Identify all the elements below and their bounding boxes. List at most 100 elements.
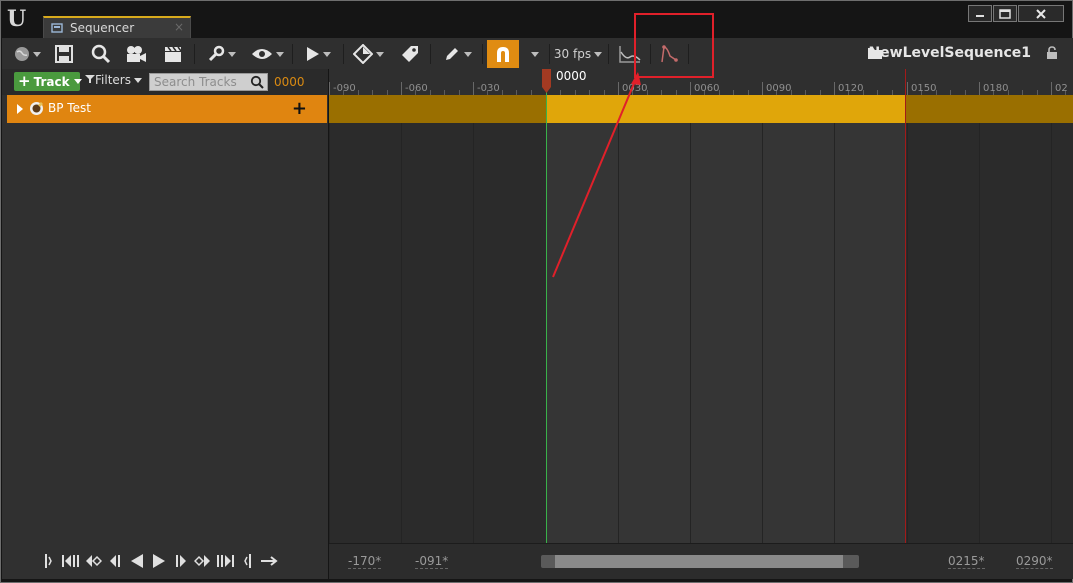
ruler-label: 0180 [983,83,1009,94]
sequencer-toolbar: 30 fps NewLevelSequence1 [2,38,1073,69]
ruler-major-tick [618,82,619,95]
grid-line [979,95,980,543]
wrench-icon [207,45,225,63]
search-icon [91,44,111,64]
current-time-readout[interactable]: 0000 [274,75,305,89]
filters-button[interactable]: Filters [85,73,142,87]
view-options-button[interactable] [248,41,286,67]
edit-mode-button[interactable] [438,41,476,67]
grid-line [762,95,763,543]
ruler-label: -030 [477,83,500,94]
key-icon [352,44,373,64]
filter-icon [85,73,95,87]
fps-dropdown[interactable]: 30 fps [553,41,603,67]
ruler-major-tick [473,82,474,95]
playhead-time-label: 0000 [556,69,587,83]
general-options-button[interactable] [202,41,240,67]
camera-icon [125,45,147,63]
jump-to-end-icon[interactable] [236,552,258,570]
key-options-button[interactable] [349,41,387,67]
render-movie-button[interactable] [161,41,185,67]
maximize-icon[interactable] [993,5,1017,22]
tab-close-icon[interactable]: × [174,20,184,34]
add-track-button[interactable]: + Track [14,72,82,91]
playhead-line [546,77,547,543]
timeline-area[interactable]: -090 -060 -030 0030 0060 0090 0120 0150 0180 02 0… [329,69,1073,543]
ruler-major-tick [1051,82,1052,95]
ruler-major-tick [907,82,908,95]
lock-icon[interactable] [1045,46,1059,63]
plus-icon: + [18,72,31,90]
create-camera-button[interactable] [123,41,149,67]
view-start-value[interactable]: -170* [348,554,382,569]
add-subtrack-button[interactable]: + [292,98,307,119]
grid-line [690,95,691,543]
playback-end-marker[interactable] [905,69,906,543]
grid-line [618,95,619,543]
grid-line [1051,95,1052,543]
track-row[interactable]: BP Test + [7,95,327,123]
auto-key-button[interactable] [398,41,422,67]
ruler-label: -060 [405,83,428,94]
scrollbar-thumb[interactable] [555,555,843,568]
close-icon[interactable] [1018,5,1064,22]
next-key-icon[interactable] [192,552,214,570]
step-forward-icon[interactable] [170,552,192,570]
save-button[interactable] [52,41,76,67]
ruler-label: 0090 [766,83,792,94]
eye-icon [251,47,273,61]
ruler-major-tick [690,82,691,95]
snap-options-dropdown[interactable] [525,41,545,67]
annotation-highlight-box [634,13,714,78]
grid-line [907,95,908,543]
view-range-bar: -170* -091* 0215* 0290* [329,543,1073,579]
ruler-label: 0060 [694,83,720,94]
timeline-scrollbar[interactable] [541,555,859,568]
blueprint-actor-icon [29,101,44,116]
ruler-label: 02 [1055,83,1068,94]
skip-to-previous-icon[interactable] [60,552,82,570]
search-icon [250,75,264,92]
view-end-value[interactable]: 0290* [1016,554,1053,569]
grid-line [329,95,330,543]
fps-label: 30 fps [553,47,592,61]
step-back-icon[interactable] [104,552,126,570]
tag-icon [400,44,420,64]
ruler-major-tick [834,82,835,95]
add-track-label: Track [33,74,70,89]
play-forward-icon[interactable] [148,552,170,570]
playhead-handle[interactable] [541,69,552,93]
ruler-label: 0120 [838,83,864,94]
play-icon [306,46,320,62]
chevron-down-icon [133,77,142,83]
loop-mode-icon[interactable] [258,552,280,570]
previous-key-icon[interactable] [82,552,104,570]
find-in-browser-button[interactable] [89,41,113,67]
ruler-major-tick [329,82,330,95]
snap-toggle-button[interactable] [487,40,519,68]
world-settings-button[interactable] [10,41,44,67]
tab-sequencer[interactable]: Sequencer × [43,16,191,38]
play-reverse-icon[interactable] [126,552,148,570]
clapper-icon [163,44,183,64]
working-end-value[interactable]: 0215* [948,554,985,569]
actor-section-bar[interactable] [547,95,906,123]
ruler-label: 0030 [622,83,648,94]
window-controls [967,5,1064,22]
unreal-logo: U [7,6,27,32]
ruler-major-tick [762,82,763,95]
playback-options-button[interactable] [300,41,336,67]
grid-line [401,95,402,543]
skip-to-next-icon[interactable] [214,552,236,570]
save-icon [54,44,74,64]
pencil-icon [443,45,461,63]
working-start-value[interactable]: -091* [415,554,449,569]
jump-to-start-icon[interactable] [38,552,60,570]
sequence-name: NewLevelSequence1 [868,45,1031,61]
track-outliner: + Track Filters 0000 BP Test [2,69,328,579]
playback-range [547,69,906,543]
ruler-major-tick [979,82,980,95]
expand-arrow-icon[interactable] [17,104,23,114]
minimize-icon[interactable] [968,5,992,22]
transport-bar [2,543,328,579]
